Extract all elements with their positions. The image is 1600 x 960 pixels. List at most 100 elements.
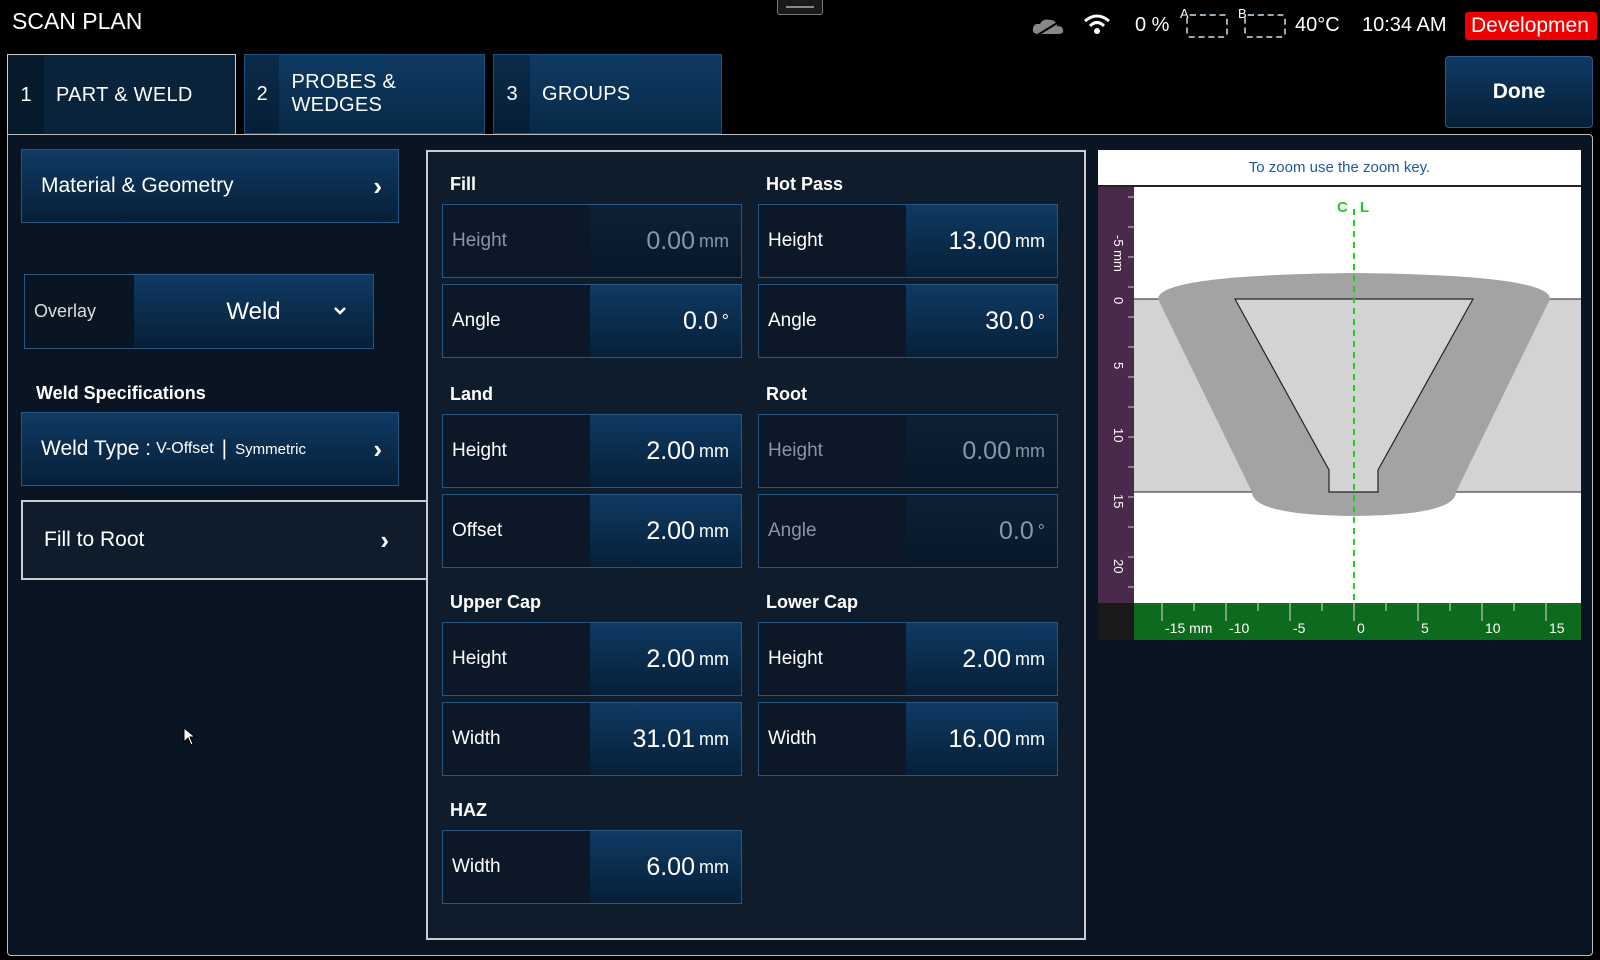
unit-text: ° [1037, 310, 1045, 331]
field-label: Width [443, 703, 590, 775]
field-value[interactable]: 31.01 mm [590, 703, 741, 775]
value-text: 2.00 [646, 516, 695, 545]
weld-symmetry-value: Symmetric [235, 440, 306, 458]
field-value[interactable]: 13.00 mm [906, 205, 1057, 277]
tab-part-weld[interactable]: 1 PART & WELD [7, 54, 236, 136]
weld-preview[interactable]: To zoom use the zoom key. -5 mm 0 5 10 1… [1098, 150, 1581, 640]
field-value[interactable]: 16.00 mm [906, 703, 1057, 775]
weld-type-value: V-Offset [156, 440, 214, 457]
app-title: SCAN PLAN [12, 8, 143, 34]
weld-diagram: -5 mm 0 5 10 15 20 C L -15 mm -10 -5 0 5… [1098, 187, 1581, 640]
field-value[interactable]: 0.0 ° [590, 285, 741, 357]
field-value[interactable]: 2.00 mm [590, 495, 741, 567]
overlay-select[interactable]: Weld [134, 275, 373, 348]
v-ruler-label: 10 [1111, 428, 1126, 442]
unit-text: mm [699, 440, 729, 461]
field-label: Height [443, 623, 590, 695]
value-text: 31.01 [632, 724, 695, 753]
root-height-field[interactable]: Height 0.00 mm [758, 414, 1058, 488]
unit-text: mm [699, 856, 729, 877]
field-value[interactable]: 6.00 mm [590, 831, 741, 903]
tab-label: PART & WELD [56, 84, 193, 106]
material-geometry-button[interactable]: Material & Geometry › [21, 149, 399, 223]
drive-b-icon [1244, 14, 1286, 38]
hot-pass-section-title: Hot Pass [766, 174, 844, 194]
tab-number: 1 [8, 55, 44, 136]
field-label: Height [443, 205, 590, 277]
tab-number: 3 [494, 55, 530, 133]
centerline-label-l: L [1360, 199, 1369, 216]
land-height-field[interactable]: Height 2.00 mm [442, 414, 742, 488]
value-text: 6.00 [646, 852, 695, 881]
field-value[interactable]: 2.00 mm [590, 623, 741, 695]
field-label: Angle [759, 285, 906, 357]
v-ruler-label: 5 [1111, 362, 1126, 369]
weld-type-button[interactable]: Weld Type : V-Offset | Symmetric › [21, 412, 399, 486]
cloud-offline-icon [1032, 19, 1064, 37]
haz-width-field[interactable]: Width 6.00 mm [442, 830, 742, 904]
unit-text: mm [699, 648, 729, 669]
field-value[interactable]: 2.00 mm [590, 415, 741, 487]
field-value[interactable]: 0.00 mm [590, 205, 741, 277]
field-label: Width [443, 831, 590, 903]
h-ruler-label: 15 [1549, 620, 1565, 636]
chevron-down-icon [334, 307, 346, 315]
tab-probes-wedges[interactable]: 2 PROBES & WEDGES [244, 54, 485, 134]
v-ruler-label: -5 mm [1111, 235, 1126, 272]
fill-height-field[interactable]: Height 0.00 mm [442, 204, 742, 278]
lower-cap-section-title: Lower Cap [766, 592, 859, 612]
field-label: Height [443, 415, 590, 487]
value-text: 2.00 [646, 436, 695, 465]
drive-a-icon [1186, 14, 1228, 38]
h-ruler-label: 5 [1421, 620, 1429, 636]
land-section-title: Land [450, 384, 493, 404]
haz-section-title: HAZ [450, 800, 487, 820]
mouse-cursor-icon [183, 727, 197, 746]
h-ruler-label: -15 mm [1165, 620, 1212, 636]
hot-pass-angle-field[interactable]: Angle 30.0 ° [758, 284, 1058, 358]
unit-text: mm [1015, 648, 1045, 669]
overlay-value: Weld [226, 297, 281, 325]
weld-type-prefix: Weld Type : [41, 437, 152, 460]
fill-angle-field[interactable]: Angle 0.0 ° [442, 284, 742, 358]
root-angle-field[interactable]: Angle 0.0 ° [758, 494, 1058, 568]
field-label: Height [759, 205, 906, 277]
field-label: Width [759, 703, 906, 775]
centerline-label-c: C [1337, 199, 1348, 216]
upper-cap-width-field[interactable]: Width 31.01 mm [442, 702, 742, 776]
material-geometry-label: Material & Geometry [41, 174, 234, 197]
done-button[interactable]: Done [1445, 56, 1593, 128]
unit-text: mm [699, 230, 729, 251]
value-text: 2.00 [962, 644, 1011, 673]
tab-groups[interactable]: 3 GROUPS [493, 54, 722, 134]
field-label: Offset [443, 495, 590, 567]
unit-text: mm [1015, 728, 1045, 749]
land-offset-field[interactable]: Offset 2.00 mm [442, 494, 742, 568]
field-label: Height [759, 623, 906, 695]
tab-label: PROBES & WEDGES [291, 71, 397, 116]
field-value[interactable]: 0.0 ° [906, 495, 1057, 567]
drag-handle[interactable] [777, 0, 823, 15]
zoom-hint: To zoom use the zoom key. [1098, 150, 1581, 187]
hot-pass-height-field[interactable]: Height 13.00 mm [758, 204, 1058, 278]
h-ruler-label: 0 [1357, 620, 1365, 636]
value-text: 30.0 [985, 306, 1034, 335]
fill-to-root-button[interactable]: Fill to Root › [21, 500, 427, 580]
lower-cap-height-field[interactable]: Height 2.00 mm [758, 622, 1058, 696]
mode-badge: Developmen [1465, 12, 1597, 40]
field-value[interactable]: 2.00 mm [906, 623, 1057, 695]
h-ruler-label: 10 [1485, 620, 1501, 636]
lower-cap-width-field[interactable]: Width 16.00 mm [758, 702, 1058, 776]
battery-status: 0 % [1135, 14, 1170, 36]
value-text: 0.0 [683, 306, 718, 335]
temperature: 40°C [1295, 14, 1340, 36]
upper-cap-height-field[interactable]: Height 2.00 mm [442, 622, 742, 696]
unit-text: mm [699, 520, 729, 541]
fill-section-title: Fill [450, 174, 476, 194]
value-text: 0.00 [646, 226, 695, 255]
field-value[interactable]: 30.0 ° [906, 285, 1057, 357]
field-value[interactable]: 0.00 mm [906, 415, 1057, 487]
weld-specs-panel: Fill Height 0.00 mm Angle 0.0 ° Hot Pass H… [426, 150, 1086, 940]
unit-text: mm [699, 728, 729, 749]
unit-text: ° [721, 310, 729, 331]
